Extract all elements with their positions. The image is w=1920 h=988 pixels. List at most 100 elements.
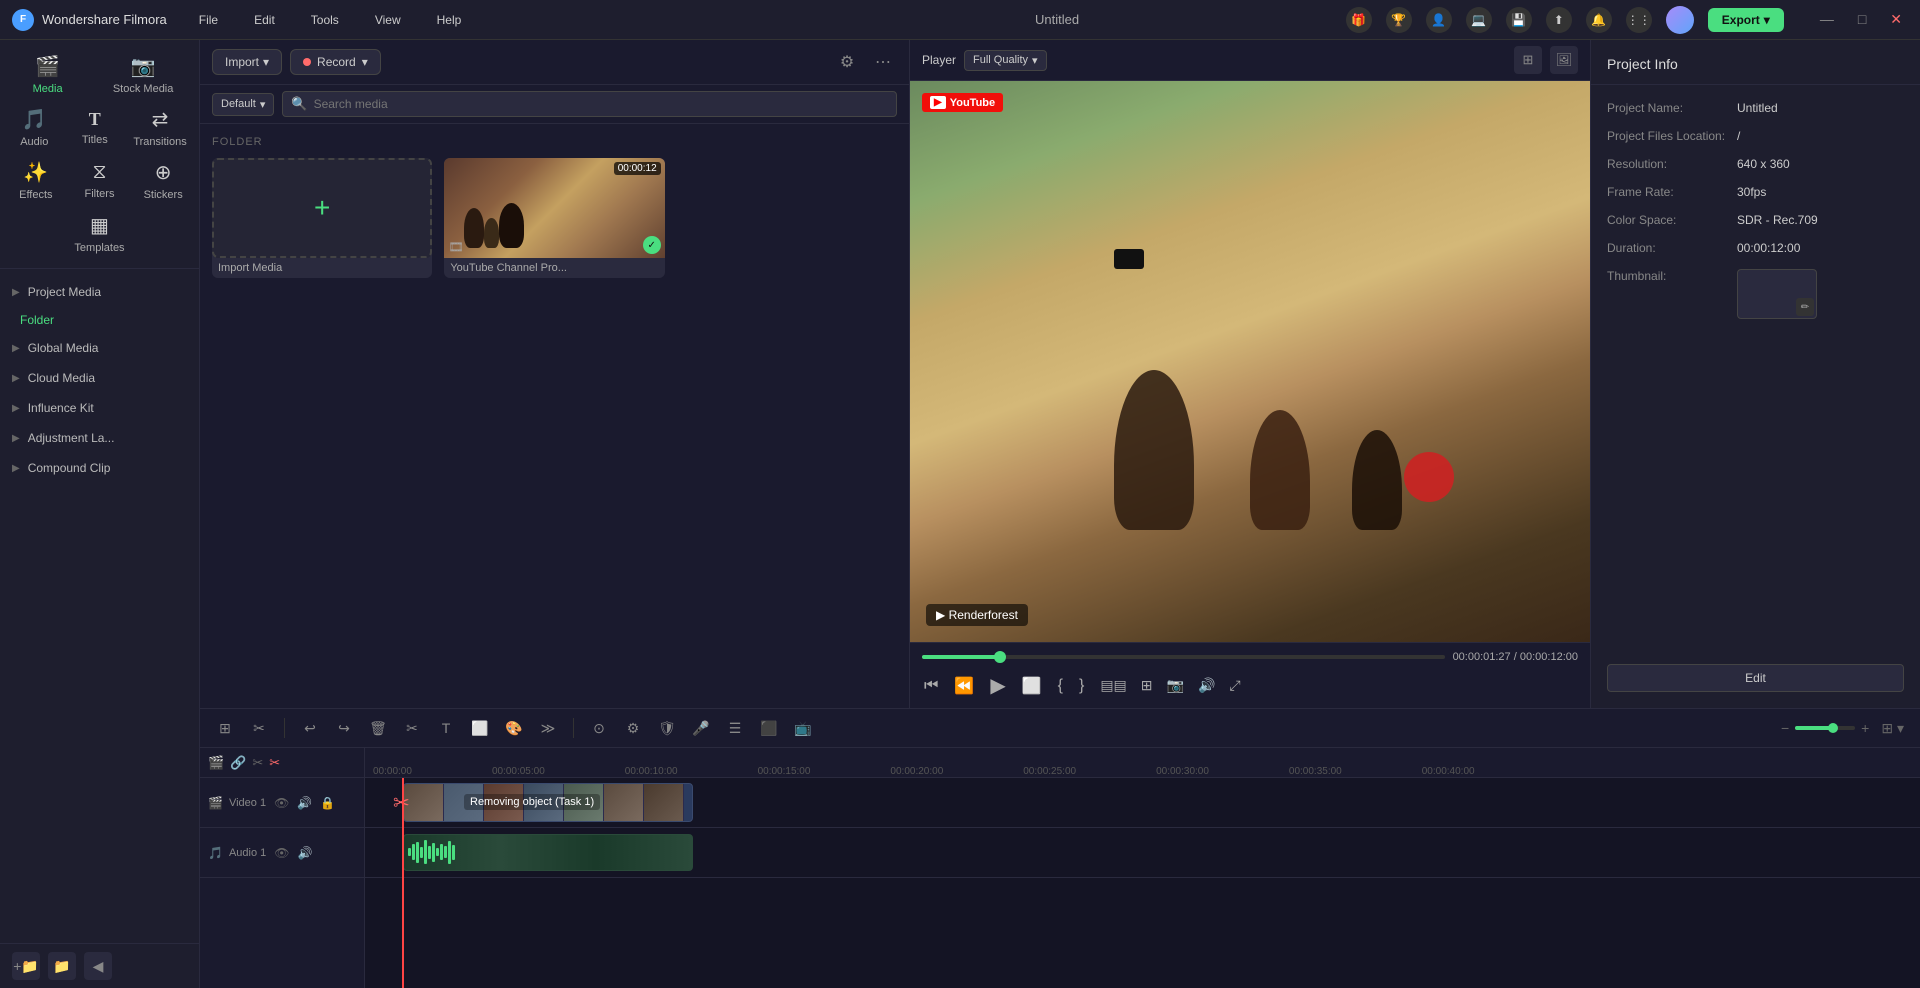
collapse-button[interactable]: ◀ [84, 952, 112, 980]
avatar[interactable] [1666, 6, 1694, 34]
voice-icon[interactable]: 🎤 [688, 715, 714, 741]
zoom-out-icon[interactable]: − [1781, 720, 1789, 736]
motion-icon[interactable]: ⊙ [586, 715, 612, 741]
nav-influence-kit[interactable]: ▶ Influence Kit [0, 393, 199, 423]
progress-bar[interactable] [922, 655, 1445, 659]
volume-button[interactable]: 🔊 [1196, 675, 1217, 696]
trim-tool[interactable]: ✂ [246, 715, 272, 741]
minimize-button[interactable]: — [1814, 9, 1840, 30]
link-track-icon[interactable]: 🔗 [230, 755, 246, 771]
menu-file[interactable]: File [191, 9, 226, 31]
crop-button[interactable]: ⬜ [467, 715, 493, 741]
import-button[interactable]: Import ▾ [212, 49, 282, 75]
audio-icon[interactable]: 🔊 [295, 794, 314, 812]
left-nav: ▶ Project Media Folder ▶ Global Media ▶ … [0, 269, 199, 943]
grid-icon[interactable]: ⋮⋮ [1626, 7, 1652, 33]
select-tool[interactable]: ⊞ [212, 715, 238, 741]
color-button[interactable]: 🎨 [501, 715, 527, 741]
effects-button[interactable]: ≫ [535, 715, 561, 741]
gift-icon[interactable]: 🎁 [1346, 7, 1372, 33]
cut-track-icon[interactable]: ✂ [252, 755, 263, 771]
cut-button[interactable]: ✂ [399, 715, 425, 741]
tool-transitions[interactable]: ⇄ Transitions [125, 101, 194, 154]
thumbnail-edit-icon[interactable]: ✏ [1796, 298, 1814, 316]
tool-effects[interactable]: ✨ Effects [6, 154, 66, 207]
mark-in-button[interactable]: { [1056, 675, 1065, 697]
expand-button[interactable]: ⊞ [1139, 675, 1155, 696]
filter-icon[interactable]: ⚙ [833, 48, 861, 76]
import-media-item[interactable]: + Import Media [212, 158, 432, 278]
crop-button[interactable]: ⬜ [1020, 674, 1044, 698]
lock-icon[interactable]: 🔒 [318, 794, 337, 812]
redo-button[interactable]: ↪ [331, 715, 357, 741]
step-back-button[interactable]: ⏮ [922, 675, 940, 697]
menu-help[interactable]: Help [429, 9, 470, 31]
menu-view[interactable]: View [367, 9, 409, 31]
fullscreen-button[interactable]: ⤢ [1227, 675, 1242, 696]
nav-adjustment[interactable]: ▶ Adjustment La... [0, 423, 199, 453]
quality-select[interactable]: Full Quality ▾ [964, 50, 1047, 71]
image-view-button[interactable]: 🖼 [1550, 46, 1578, 74]
new-folder-button[interactable]: 📁 [48, 952, 76, 980]
youtube-promo-item[interactable]: 00:00:12 ✓ 🎞 YouTube Channel Pro... [444, 158, 664, 278]
maximize-button[interactable]: □ [1852, 9, 1872, 30]
export-button[interactable]: Export ▾ [1708, 8, 1784, 32]
menu-tools[interactable]: Tools [303, 9, 347, 31]
stabilize-icon[interactable]: 🛡 [654, 715, 680, 741]
edit-button[interactable]: Edit [1607, 664, 1904, 692]
add-folder-button[interactable]: +📁 [12, 952, 40, 980]
speed-icon[interactable]: ⚙ [620, 715, 646, 741]
player-control-buttons: ⏮ ⏪ ▶ ⬜ { } ▤▤ ⊞ 📷 🔊 ⤢ [922, 671, 1578, 700]
nav-project-media[interactable]: ▶ Project Media [0, 277, 199, 307]
project-name-row: Project Name: Untitled [1607, 101, 1904, 115]
nav-compound-clip[interactable]: ▶ Compound Clip [0, 453, 199, 483]
caption-icon[interactable]: ☰ [722, 715, 748, 741]
more-options-icon[interactable]: ⋯ [869, 48, 897, 76]
zoom-thumb[interactable] [1828, 723, 1838, 733]
notification-icon[interactable]: 🔔 [1586, 7, 1612, 33]
layout-button[interactable]: ⊞ ▾ [1877, 718, 1908, 739]
user-icon[interactable]: 👤 [1426, 7, 1452, 33]
zoom-in-icon[interactable]: + [1861, 720, 1869, 736]
import-thumb[interactable]: + [212, 158, 432, 258]
add-video-track-icon[interactable]: 🎬 [208, 755, 224, 771]
text-button[interactable]: T [433, 715, 459, 741]
upload-icon[interactable]: ⬆ [1546, 7, 1572, 33]
search-input[interactable] [314, 97, 888, 111]
audio-icon[interactable]: 🔊 [296, 844, 315, 862]
mark-out-button[interactable]: } [1077, 675, 1086, 697]
tool-titles[interactable]: T Titles [65, 103, 125, 152]
device-icon[interactable]: 💻 [1466, 7, 1492, 33]
nav-cloud-media[interactable]: ▶ Cloud Media [0, 363, 199, 393]
zoom-slider[interactable] [1795, 726, 1855, 730]
save-icon[interactable]: 💾 [1506, 7, 1532, 33]
nav-global-media[interactable]: ▶ Global Media [0, 333, 199, 363]
undo-button[interactable]: ↩ [297, 715, 323, 741]
video-clip[interactable]: Removing object (Task 1) [403, 783, 693, 822]
speed-track-icon[interactable]: ✂ [269, 755, 280, 771]
snapshot-button[interactable]: 📷 [1165, 675, 1186, 696]
multi-view-button[interactable]: ▤▤ [1098, 675, 1128, 696]
trophy-icon[interactable]: 🏆 [1386, 7, 1412, 33]
picture-in-picture[interactable]: ⬛ [756, 715, 782, 741]
tool-stickers[interactable]: ⊕ Stickers [133, 154, 193, 207]
tool-media[interactable]: 🎬 Media [18, 48, 78, 101]
tool-stock-media[interactable]: 📷 Stock Media [105, 48, 182, 101]
screencap-icon[interactable]: 📺 [790, 715, 816, 741]
eye-icon[interactable]: 👁 [272, 844, 291, 862]
sort-button[interactable]: Default ▾ [212, 93, 274, 116]
nav-folder[interactable]: Folder [0, 307, 199, 333]
play-button[interactable]: ▶ [988, 671, 1007, 700]
app-icon: F [12, 9, 34, 31]
record-button[interactable]: Record ▾ [290, 49, 381, 75]
tool-audio[interactable]: 🎵 Audio [4, 101, 64, 154]
eye-icon[interactable]: 👁 [272, 794, 291, 812]
tool-templates[interactable]: ▦ Templates [66, 207, 132, 260]
menu-edit[interactable]: Edit [246, 9, 283, 31]
delete-button[interactable]: 🗑 [365, 715, 391, 741]
frame-back-button[interactable]: ⏪ [952, 674, 976, 698]
progress-thumb[interactable] [994, 651, 1006, 663]
close-button[interactable]: ✕ [1884, 9, 1908, 30]
tool-filters[interactable]: ⧖ Filters [69, 155, 129, 206]
grid-view-button[interactable]: ⊞ [1514, 46, 1542, 74]
